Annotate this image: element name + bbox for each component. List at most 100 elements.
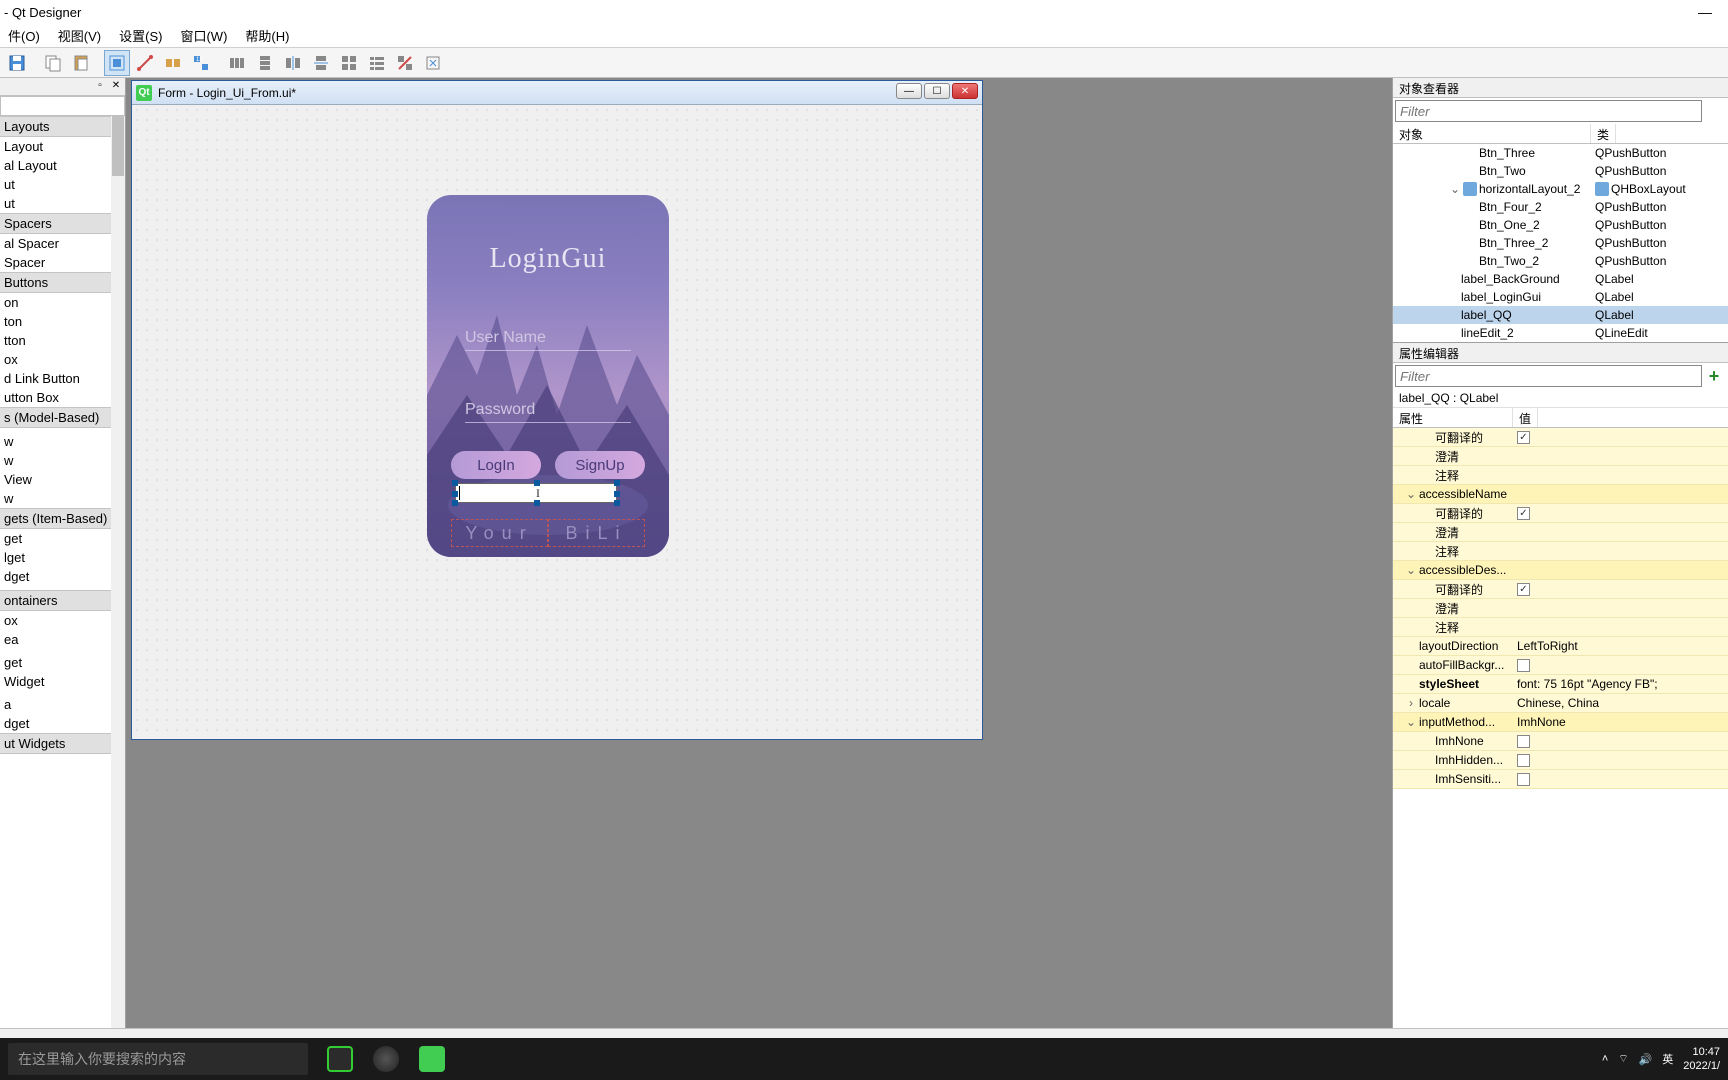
widget-category[interactable]: ontainers (0, 590, 125, 611)
tray-wifi-icon[interactable]: ⌔ (1618, 1052, 1628, 1066)
taskbar-app-designer[interactable] (410, 1038, 454, 1080)
checkbox[interactable]: ✓ (1517, 507, 1530, 520)
menu-view[interactable]: 视图(V) (50, 24, 109, 47)
checkbox[interactable] (1517, 773, 1530, 786)
checkbox[interactable] (1517, 735, 1530, 748)
property-value[interactable]: Chinese, China (1517, 696, 1599, 710)
tray-volume-icon[interactable]: 🔊 (1639, 1053, 1653, 1066)
form-window[interactable]: Qt Form - Login_Ui_From.ui* — ☐ ✕ (131, 80, 983, 740)
property-row[interactable]: 注释 (1393, 542, 1728, 561)
menu-settings[interactable]: 设置(S) (111, 24, 170, 47)
form-maximize-button[interactable]: ☐ (924, 83, 950, 99)
expander-icon[interactable]: ⌄ (1405, 487, 1417, 501)
widget-item[interactable]: dget (0, 567, 125, 586)
taskbar-app-pycharm[interactable] (318, 1038, 362, 1080)
object-tree-row[interactable]: label_LoginGuiQLabel (1393, 288, 1728, 306)
checkbox[interactable] (1517, 754, 1530, 767)
widget-item[interactable]: w (0, 451, 125, 470)
taskbar-app-obs[interactable] (364, 1038, 408, 1080)
property-rows[interactable]: 可翻译的✓澄清注释⌄accessibleName可翻译的✓澄清注释⌄access… (1393, 428, 1728, 1028)
tray-ime[interactable]: 英 (1662, 1051, 1673, 1067)
property-row[interactable]: ⌄accessibleName (1393, 485, 1728, 504)
copy-button[interactable] (40, 50, 66, 76)
property-row[interactable]: 注释 (1393, 618, 1728, 637)
widget-item[interactable]: a (0, 695, 125, 714)
widget-category[interactable]: Buttons (0, 272, 125, 293)
object-inspector-filter[interactable] (1395, 100, 1702, 122)
menu-file[interactable]: 件(O) (0, 24, 48, 47)
expander-icon[interactable]: › (1405, 696, 1417, 710)
expander-icon[interactable]: ⌄ (1449, 182, 1461, 196)
layout-vsplitter-button[interactable] (308, 50, 334, 76)
dock-float-icon[interactable]: ▫ (93, 80, 107, 94)
object-tree-row[interactable]: Btn_Two_2QPushButton (1393, 252, 1728, 270)
widget-category[interactable]: ut Widgets (0, 733, 125, 754)
object-tree-row[interactable]: ⌄horizontalLayout_2QHBoxLayout (1393, 180, 1728, 198)
object-tree-row[interactable]: Btn_One_2QPushButton (1393, 216, 1728, 234)
widget-item[interactable]: al Layout (0, 156, 125, 175)
login-card[interactable]: LoginGui User Name Password LogIn SignUp… (427, 195, 669, 557)
col-property[interactable]: 属性 (1393, 408, 1513, 427)
login-button[interactable]: LogIn (451, 451, 541, 479)
property-row[interactable]: ImhSensiti... (1393, 770, 1728, 789)
property-row[interactable]: 澄清 (1393, 599, 1728, 618)
object-tree-row[interactable]: Btn_Three_2QPushButton (1393, 234, 1728, 252)
layout-horizontal-button[interactable] (224, 50, 250, 76)
property-value[interactable]: ImhNone (1517, 715, 1566, 729)
property-row[interactable]: 可翻译的✓ (1393, 504, 1728, 523)
signup-button[interactable]: SignUp (555, 451, 645, 479)
widget-category[interactable]: s (Model-Based) (0, 407, 125, 428)
widget-category[interactable]: gets (Item-Based) (0, 508, 125, 529)
tray-chevron-icon[interactable]: ˄ (1602, 1053, 1608, 1065)
bottom-label-left[interactable]: Your (451, 519, 548, 547)
widget-item[interactable]: tton (0, 331, 125, 350)
add-property-icon[interactable]: + (1704, 366, 1724, 386)
taskbar-search[interactable]: 在这里输入你要搜索的内容 (8, 1043, 308, 1075)
object-tree-row[interactable]: label_BackGroundQLabel (1393, 270, 1728, 288)
expander-icon[interactable]: ⌄ (1405, 563, 1417, 577)
bottom-label-right[interactable]: BiLi (548, 519, 645, 547)
widget-item[interactable]: get (0, 529, 125, 548)
widget-box-list[interactable]: Layouts Layout al Layout ut ut Spacers a… (0, 116, 125, 1028)
checkbox[interactable]: ✓ (1517, 583, 1530, 596)
property-value[interactable]: font: 75 16pt "Agency FB"; (1517, 677, 1658, 691)
tray-clock[interactable]: 10:47 2022/1/ (1683, 1045, 1720, 1073)
widget-item[interactable]: w (0, 432, 125, 451)
widget-item[interactable]: dget (0, 714, 125, 733)
property-row[interactable]: 注释 (1393, 466, 1728, 485)
expander-icon[interactable]: ⌄ (1405, 715, 1417, 729)
form-close-button[interactable]: ✕ (952, 83, 978, 99)
layout-form-button[interactable] (364, 50, 390, 76)
form-titlebar[interactable]: Qt Form - Login_Ui_From.ui* — ☐ ✕ (132, 81, 982, 105)
bottom-label-row[interactable]: Your BiLi (451, 519, 645, 547)
property-row[interactable]: 澄清 (1393, 447, 1728, 466)
widget-item[interactable]: ut (0, 194, 125, 213)
property-row[interactable]: ⌄accessibleDes... (1393, 561, 1728, 580)
widget-item[interactable]: utton Box (0, 388, 125, 407)
layout-vertical-button[interactable] (252, 50, 278, 76)
widget-item[interactable]: ox (0, 350, 125, 369)
object-tree-row[interactable]: Btn_TwoQPushButton (1393, 162, 1728, 180)
object-inspector-rows[interactable]: Btn_ThreeQPushButtonBtn_TwoQPushButton⌄h… (1393, 144, 1728, 342)
widget-item[interactable]: Layout (0, 137, 125, 156)
property-row[interactable]: ⌄inputMethod...ImhNone (1393, 713, 1728, 732)
widget-item[interactable]: ut (0, 175, 125, 194)
widget-category[interactable]: Layouts (0, 116, 125, 137)
property-row[interactable]: styleSheetfont: 75 16pt "Agency FB"; (1393, 675, 1728, 694)
property-row[interactable]: ›localeChinese, China (1393, 694, 1728, 713)
col-value[interactable]: 值 (1513, 408, 1538, 427)
col-class[interactable]: 类 (1591, 124, 1616, 143)
object-tree-row[interactable]: Btn_Four_2QPushButton (1393, 198, 1728, 216)
widget-item[interactable]: Spacer (0, 253, 125, 272)
object-tree-row[interactable]: lineEdit_2QLineEdit (1393, 324, 1728, 342)
property-row[interactable]: ImhNone (1393, 732, 1728, 751)
widget-item[interactable]: d Link Button (0, 369, 125, 388)
edit-widgets-button[interactable] (104, 50, 130, 76)
layout-grid-button[interactable] (336, 50, 362, 76)
property-row[interactable]: autoFillBackgr... (1393, 656, 1728, 675)
widget-item[interactable]: ton (0, 312, 125, 331)
widget-box-scrollbar[interactable] (111, 116, 125, 1028)
edit-tab-order-button[interactable]: 12 (188, 50, 214, 76)
widget-item[interactable]: View (0, 470, 125, 489)
property-row[interactable]: 澄清 (1393, 523, 1728, 542)
